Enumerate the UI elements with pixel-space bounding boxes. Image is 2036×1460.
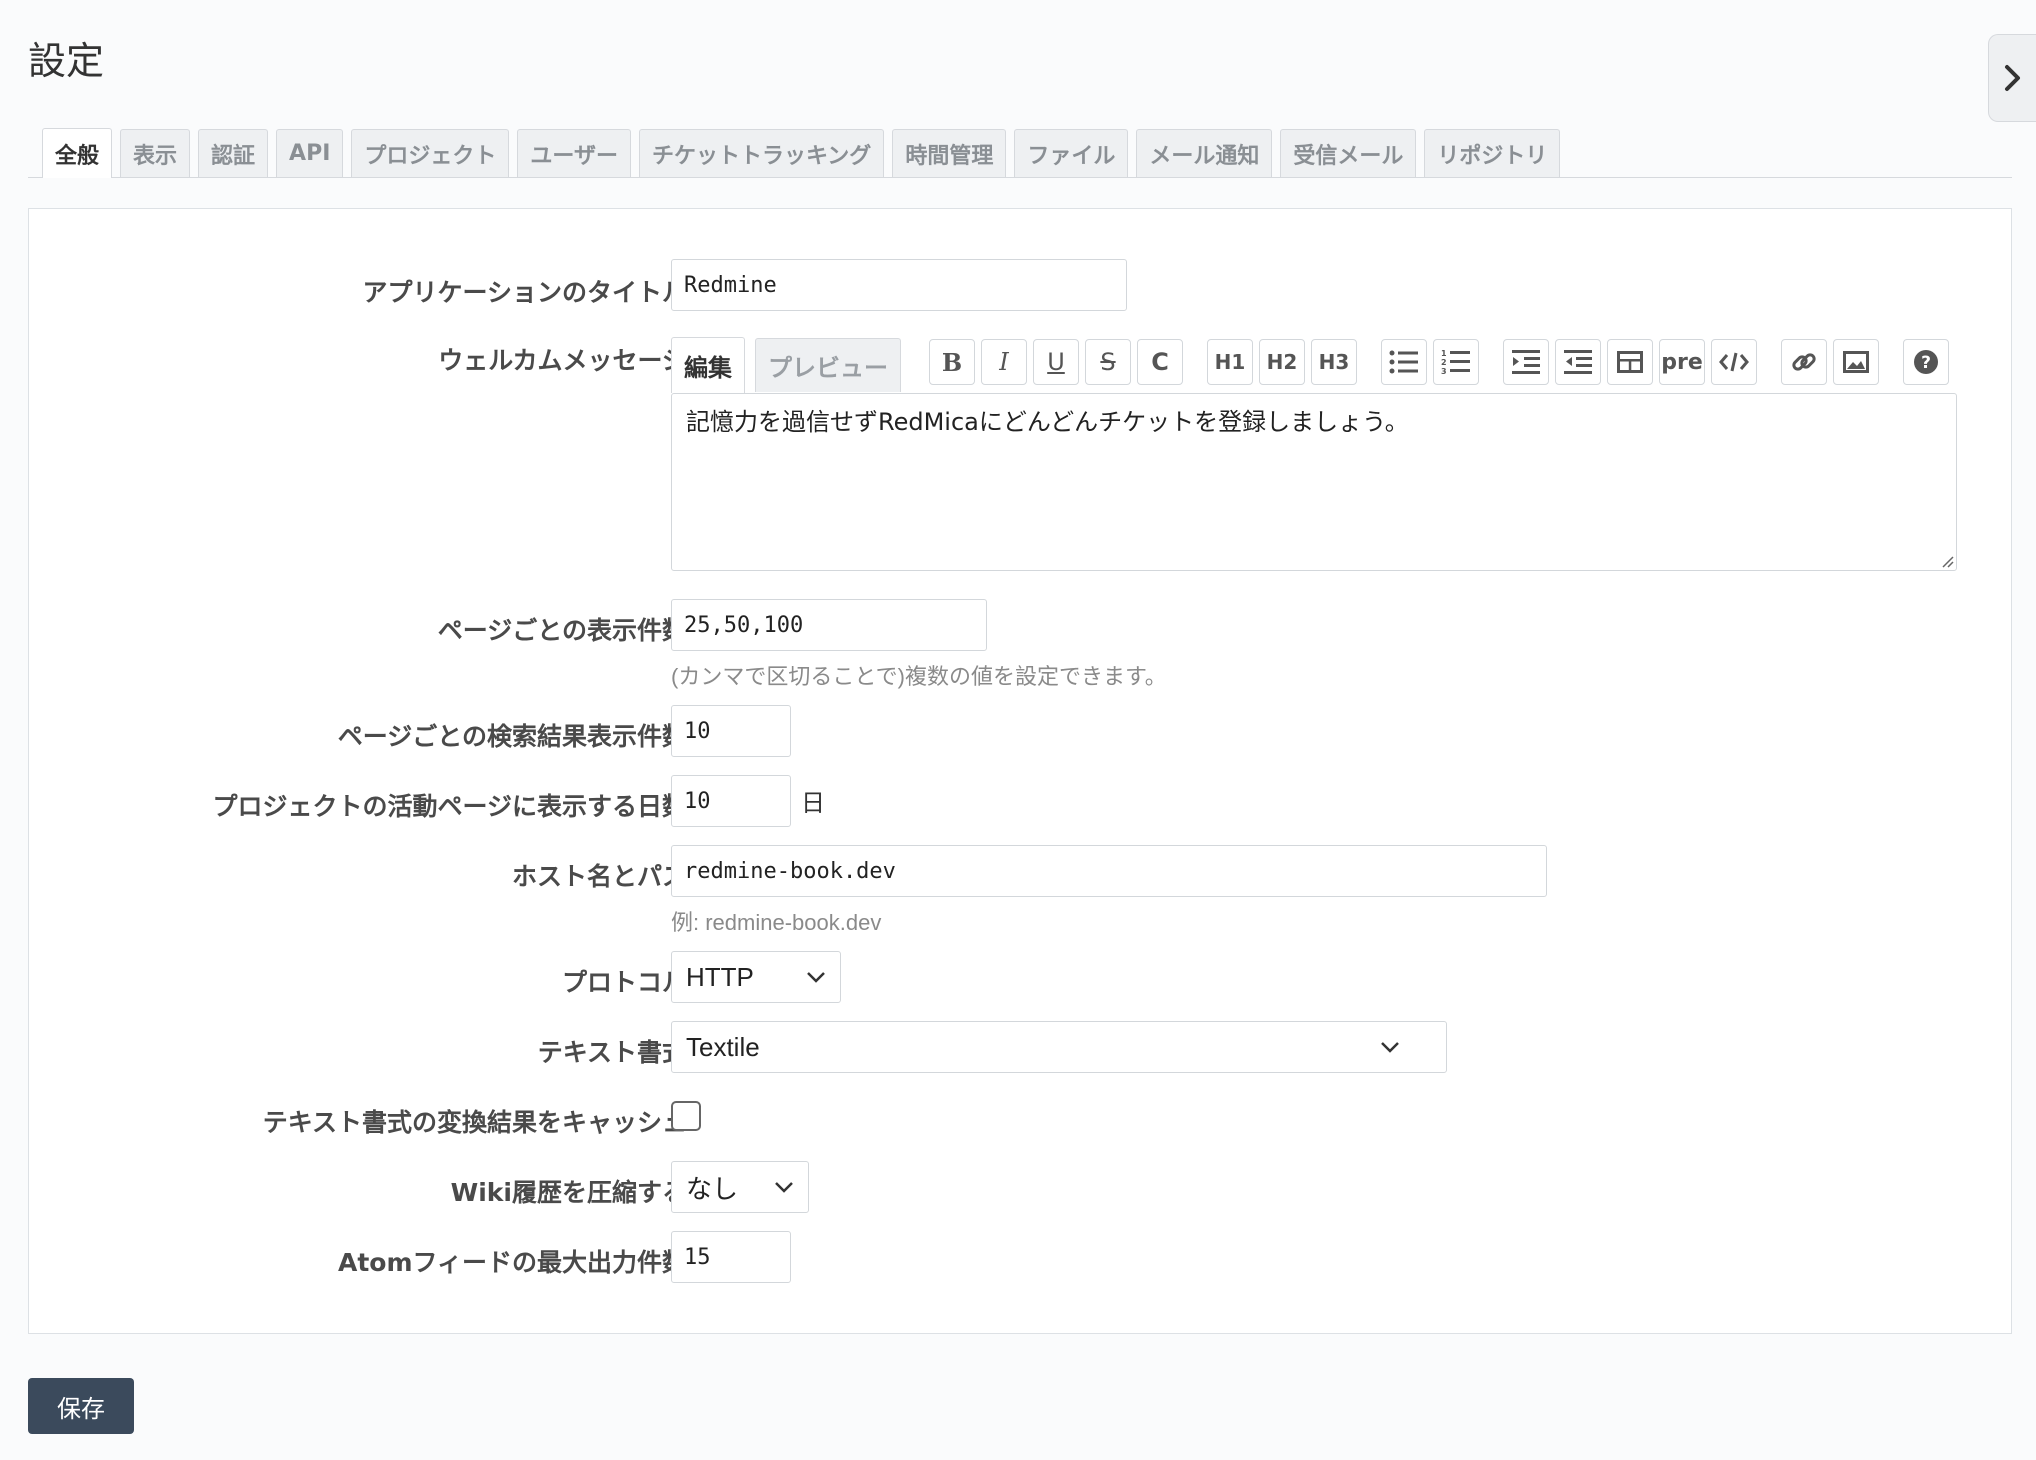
indent-icon [1512, 350, 1540, 374]
wiki-compress-value: なし [686, 1173, 739, 1204]
tab-files[interactable]: ファイル [1014, 129, 1129, 177]
host-name-label: ホスト名とパス [511, 862, 687, 891]
app-title-label: アプリケーションのタイトル [362, 278, 687, 307]
resize-grip-icon[interactable] [1940, 554, 1954, 568]
svg-text:1: 1 [1441, 349, 1447, 358]
activity-days-label: プロジェクトの活動ページに表示する日数 [212, 792, 687, 821]
tab-repositories[interactable]: リポジトリ [1424, 129, 1561, 177]
tab-authentication[interactable]: 認証 [198, 129, 269, 177]
svg-text:3: 3 [1441, 367, 1447, 376]
per-page-field: 25,50,100 (カンマで区切ることで)複数の値を設定できます。 [671, 599, 1167, 691]
host-name-field: redmine-book.dev 例: redmine-book.dev [671, 845, 1547, 937]
code-block-button[interactable] [1711, 339, 1757, 385]
per-page-input[interactable]: 25,50,100 [671, 599, 987, 651]
tab-notifications[interactable]: メール通知 [1136, 129, 1273, 177]
bold-button[interactable]: B [929, 339, 975, 385]
bullet-list-button[interactable] [1381, 339, 1427, 385]
link-icon [1792, 353, 1816, 371]
per-page-hint: (カンマで区切ることで)複数の値を設定できます。 [671, 664, 1167, 689]
svg-text:?: ? [1921, 353, 1931, 373]
cache-format-label: テキスト書式の変換結果をキャッシュ [262, 1108, 687, 1137]
indent-button[interactable] [1503, 339, 1549, 385]
app-title-input[interactable]: Redmine [671, 259, 1127, 311]
host-name-input[interactable]: redmine-book.dev [671, 845, 1547, 897]
outdent-icon [1564, 350, 1592, 374]
chevron-down-icon [807, 972, 825, 983]
search-per-page-label: ページごとの検索結果表示件数 [337, 722, 687, 751]
welcome-text: 記憶力を過信せずRedMicaにどんどんチケットを登録しましょう。 [686, 408, 1409, 436]
save-button[interactable]: 保存 [28, 1378, 134, 1434]
tab-issue-tracking[interactable]: チケットトラッキング [638, 129, 885, 177]
help-icon: ? [1914, 350, 1938, 374]
tab-display[interactable]: 表示 [120, 129, 191, 177]
h1-button[interactable]: H1 [1207, 339, 1253, 385]
link-button[interactable] [1781, 339, 1827, 385]
table-icon [1617, 351, 1643, 373]
code-icon [1719, 352, 1749, 372]
atom-limit-input[interactable]: 15 [671, 1231, 791, 1283]
tab-general[interactable]: 全般 [42, 128, 113, 178]
activity-days-input[interactable]: 10 [671, 775, 791, 827]
settings-tabs: 全般 表示 認証 API プロジェクト ユーザー チケットトラッキング 時間管理… [28, 128, 2012, 178]
italic-button[interactable]: I [981, 339, 1027, 385]
svg-text:2: 2 [1441, 358, 1447, 367]
bullet-list-icon [1389, 350, 1418, 374]
editor-tabs: 編集 プレビュー [671, 337, 901, 393]
wiki-compress-select[interactable]: なし [671, 1161, 809, 1213]
tab-time-tracking[interactable]: 時間管理 [892, 129, 1007, 177]
outdent-button[interactable] [1555, 339, 1601, 385]
inline-code-button[interactable]: C [1137, 339, 1183, 385]
pre-button[interactable]: pre [1659, 339, 1705, 385]
table-button[interactable] [1607, 339, 1653, 385]
tab-users[interactable]: ユーザー [517, 129, 631, 177]
wiki-compress-label: Wiki履歴を圧縮する [450, 1178, 687, 1207]
h3-button[interactable]: H3 [1311, 339, 1357, 385]
text-format-value: Textile [686, 1031, 760, 1062]
protocol-select[interactable]: HTTP [671, 951, 841, 1003]
editor-toolbar: B I U S C H1 H2 H3 123 pre ? [929, 339, 1955, 385]
sidebar-toggle-button[interactable] [1988, 34, 2036, 122]
search-per-page-input[interactable]: 10 [671, 705, 791, 757]
underline-button[interactable]: U [1033, 339, 1079, 385]
image-icon [1843, 351, 1869, 373]
numbered-list-icon: 123 [1441, 349, 1470, 376]
tab-preview[interactable]: プレビュー [755, 338, 901, 392]
host-name-hint: 例: redmine-book.dev [671, 910, 882, 935]
welcome-textarea[interactable]: 記憶力を過信せずRedMicaにどんどんチケットを登録しましょう。 [671, 393, 1957, 571]
activity-days-unit: 日 [801, 789, 825, 817]
tab-projects[interactable]: プロジェクト [351, 129, 510, 177]
protocol-label: プロトコル [561, 968, 687, 997]
tab-api[interactable]: API [276, 129, 344, 177]
settings-form-box: アプリケーションのタイトル Redmine ウェルカムメッセージ 編集 プレビュ… [28, 208, 2012, 1334]
h2-button[interactable]: H2 [1259, 339, 1305, 385]
chevron-down-icon [775, 1182, 793, 1193]
welcome-label: ウェルカムメッセージ [438, 346, 687, 375]
per-page-label: ページごとの表示件数 [437, 616, 687, 645]
tab-edit[interactable]: 編集 [671, 337, 745, 393]
tab-incoming-mail[interactable]: 受信メール [1280, 129, 1417, 177]
protocol-value: HTTP [686, 961, 754, 992]
atom-limit-label: Atomフィードの最大出力件数 [337, 1248, 687, 1277]
chevron-right-icon [2004, 65, 2020, 91]
text-format-select[interactable]: Textile [671, 1021, 1447, 1073]
chevron-down-icon [1381, 1042, 1399, 1053]
cache-format-checkbox[interactable] [671, 1101, 701, 1131]
page-title: 設定 [28, 39, 105, 83]
numbered-list-button[interactable]: 123 [1433, 339, 1479, 385]
image-button[interactable] [1833, 339, 1879, 385]
strikethrough-button[interactable]: S [1085, 339, 1131, 385]
help-button[interactable]: ? [1903, 339, 1949, 385]
text-format-label: テキスト書式 [537, 1038, 687, 1067]
